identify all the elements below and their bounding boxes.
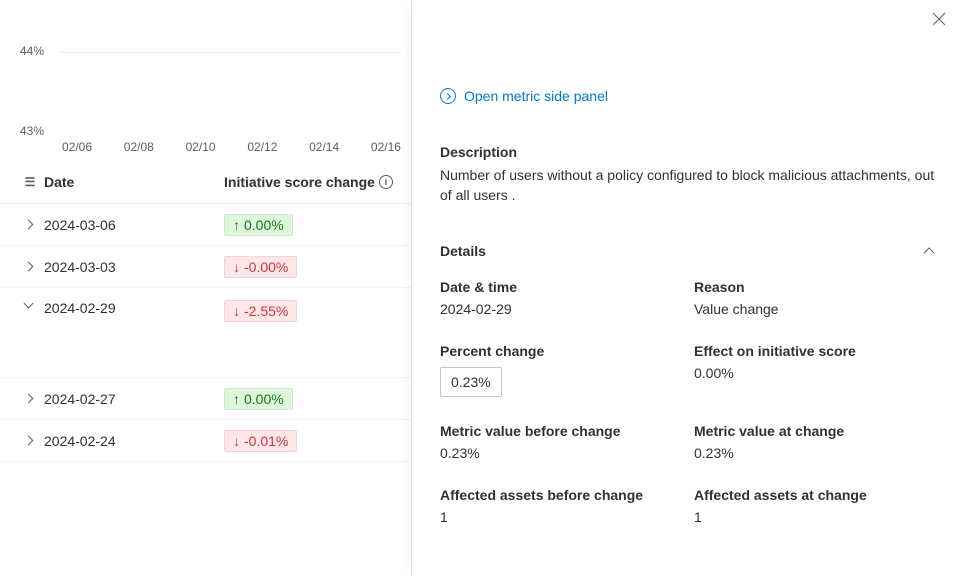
details-toggle[interactable]: Details (440, 243, 936, 259)
score-change-pill: 0.00% (224, 214, 293, 236)
table-row[interactable]: 2024-02-27 0.00% (0, 378, 411, 420)
table-row[interactable]: 2024-02-24 -0.01% (0, 420, 411, 462)
details-grid: Date & time 2024-02-29 Reason Value chan… (440, 279, 936, 525)
x-tick: 02/14 (309, 140, 339, 154)
row-date: 2024-02-27 (44, 391, 224, 407)
field-date-time: Date & time 2024-02-29 (440, 279, 682, 317)
arrow-down-icon (233, 433, 240, 449)
row-date: 2024-03-06 (44, 217, 224, 233)
description-heading: Description (440, 144, 936, 160)
y-tick: 44% (20, 44, 44, 58)
chart-gridline (60, 52, 401, 53)
arrow-up-icon (233, 217, 240, 233)
x-axis: 02/06 02/08 02/10 02/12 02/14 02/16 (62, 140, 401, 154)
chevron-right-icon[interactable] (24, 219, 36, 231)
field-effect-score: Effect on initiative score 0.00% (694, 343, 936, 397)
row-date: 2024-03-03 (44, 259, 224, 275)
percent-change-tag: 0.23% (440, 367, 502, 397)
y-tick: 43% (20, 124, 44, 138)
col-score-change-header[interactable]: Initiative score change i (224, 174, 395, 190)
field-percent-change: Percent change 0.23% (440, 343, 682, 397)
arrow-down-icon (233, 303, 240, 319)
score-change-pill: -0.00% (224, 256, 297, 278)
x-tick: 02/10 (186, 140, 216, 154)
field-assets-before: Affected assets before change 1 (440, 487, 682, 525)
row-date: 2024-02-24 (44, 433, 224, 449)
chevron-right-icon[interactable] (24, 435, 36, 447)
arrow-up-icon (233, 391, 240, 407)
chevron-right-icon[interactable] (24, 261, 36, 273)
details-panel: Open metric side panel Description Numbe… (412, 0, 964, 576)
left-pane: 44% 43% 02/06 02/08 02/10 02/12 02/14 02… (0, 0, 412, 576)
x-tick: 02/08 (124, 140, 154, 154)
col-date-header[interactable]: Date (44, 174, 224, 190)
arrow-down-icon (233, 259, 240, 275)
close-button[interactable] (932, 12, 946, 29)
chevron-right-icon[interactable] (24, 393, 36, 405)
field-reason: Reason Value change (694, 279, 936, 317)
list-icon[interactable]: ☰ (25, 175, 36, 189)
initiative-score-chart: 44% 43% 02/06 02/08 02/10 02/12 02/14 02… (0, 0, 411, 160)
x-tick: 02/12 (247, 140, 277, 154)
field-value-before: Metric value before change 0.23% (440, 423, 682, 461)
score-change-pill: 0.00% (224, 388, 293, 410)
x-tick: 02/16 (371, 140, 401, 154)
field-value-at: Metric value at change 0.23% (694, 423, 936, 461)
table-header: ☰ Date Initiative score change i (0, 160, 411, 204)
description-text: Number of users without a policy configu… (440, 166, 936, 205)
chevron-right-circle-icon (440, 88, 456, 104)
history-table: ☰ Date Initiative score change i 2024-03… (0, 160, 411, 462)
score-change-pill: -2.55% (224, 300, 297, 322)
score-change-pill: -0.01% (224, 430, 297, 452)
info-icon[interactable]: i (379, 175, 393, 189)
table-row-expanded[interactable]: 2024-02-29 -2.55% (0, 288, 411, 378)
table-row[interactable]: 2024-03-03 -0.00% (0, 246, 411, 288)
field-assets-at: Affected assets at change 1 (694, 487, 936, 525)
x-tick: 02/06 (62, 140, 92, 154)
row-date: 2024-02-29 (44, 300, 224, 316)
table-row[interactable]: 2024-03-06 0.00% (0, 204, 411, 246)
chevron-up-icon (924, 245, 936, 257)
open-metric-panel-link[interactable]: Open metric side panel (440, 88, 936, 104)
chevron-down-icon[interactable] (24, 300, 36, 312)
close-icon (932, 12, 946, 26)
